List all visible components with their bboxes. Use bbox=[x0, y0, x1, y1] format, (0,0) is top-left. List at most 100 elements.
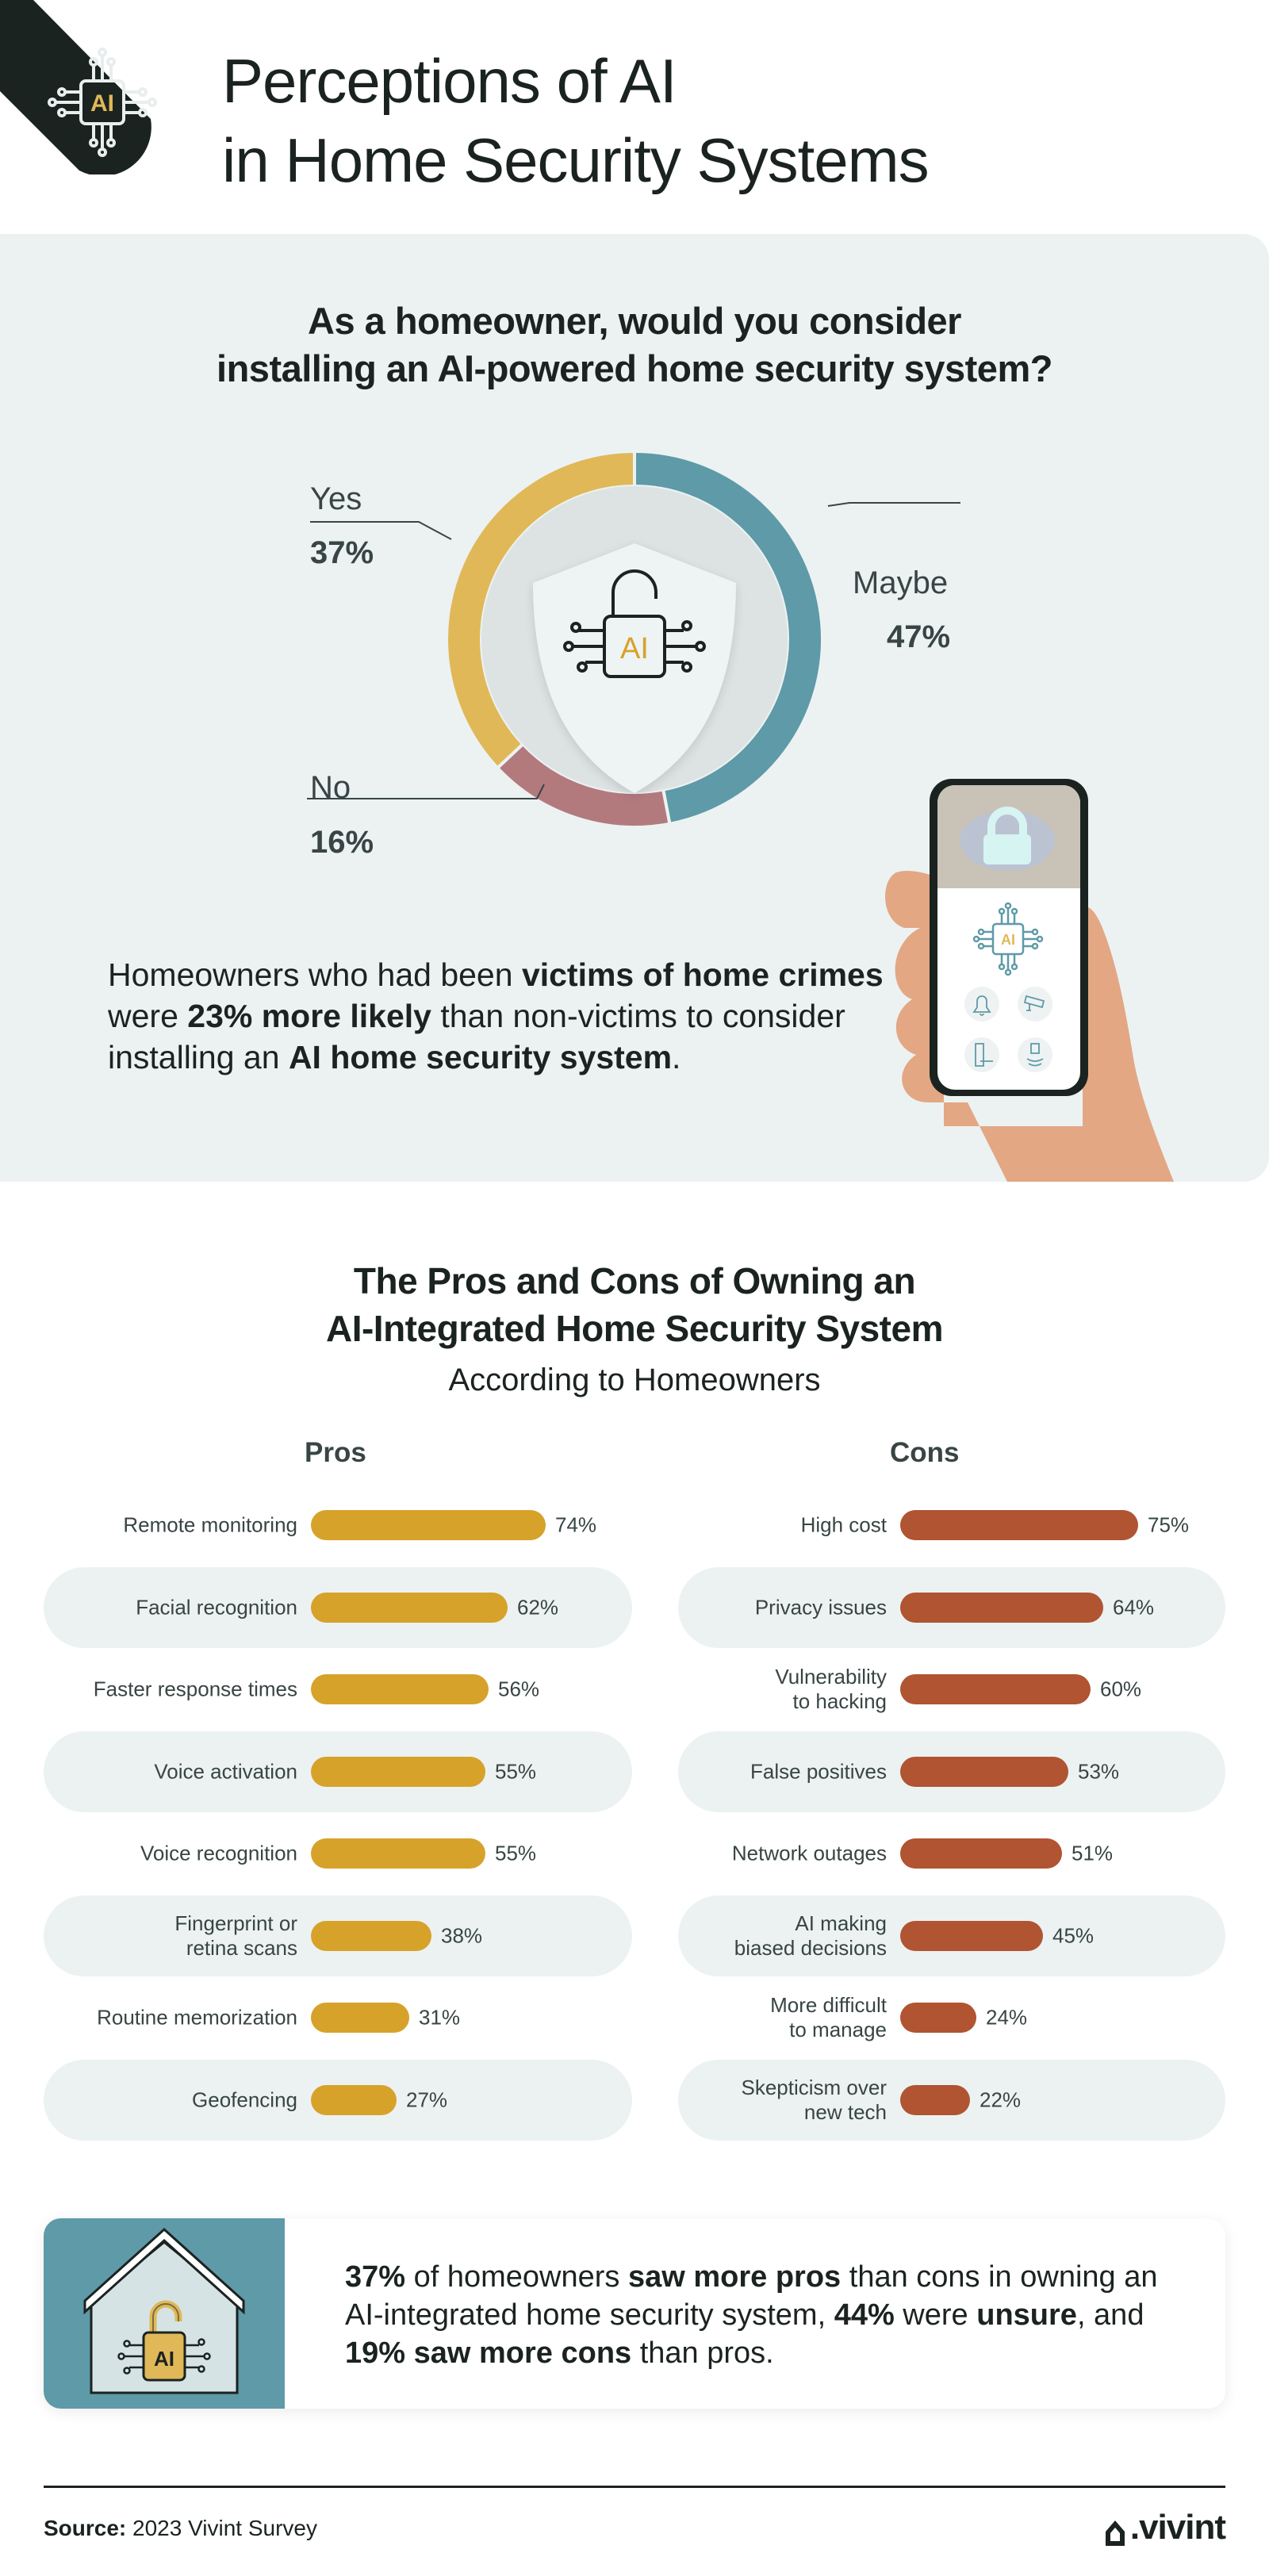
bar bbox=[311, 1510, 546, 1540]
bar-label-line: Facial recognition bbox=[136, 1595, 297, 1619]
bar-label-line: AI making bbox=[795, 1911, 887, 1935]
bar bbox=[900, 1756, 1068, 1787]
pros-cons-title-line-1: The Pros and Cons of Owning an bbox=[353, 1260, 916, 1301]
bar-label-line: new tech bbox=[803, 2099, 887, 2124]
bar-label-line: False positives bbox=[750, 1759, 887, 1783]
bar bbox=[311, 1756, 485, 1787]
bar-label-line: Fingerprint or bbox=[174, 1911, 297, 1935]
bar-value-label: 45% bbox=[1052, 1923, 1095, 1947]
pros-cons-subtitle: According to Homeowners bbox=[448, 1363, 821, 1397]
bar-label: Privacy issues bbox=[755, 1595, 887, 1620]
pros-cons-title: The Pros and Cons of Owning an AI-Integr… bbox=[0, 1257, 1269, 1352]
bar-label-line: More difficult bbox=[770, 1993, 887, 2017]
footer-divider bbox=[44, 2486, 1225, 2488]
bar-label-line: Skepticism over bbox=[741, 2075, 888, 2099]
keypad-lock-icon bbox=[964, 1037, 999, 1072]
source-label: Source: bbox=[44, 2516, 127, 2540]
bar-label-line: Voice recognition bbox=[140, 1841, 297, 1865]
bar-label: AI making biased decisions bbox=[734, 1911, 887, 1961]
bar-value-label: 55% bbox=[495, 1841, 537, 1865]
stat-text-bold: victims of home crimes bbox=[521, 956, 884, 993]
bar-value-label: 27% bbox=[406, 2087, 448, 2111]
bar-value-label: 22% bbox=[980, 2087, 1022, 2111]
bar-label-line: retina scans bbox=[186, 1935, 297, 1960]
bar-label: High cost bbox=[801, 1513, 887, 1538]
source-text: 2023 Vivint Survey bbox=[126, 2516, 317, 2540]
stat-text-bold: AI home security system bbox=[288, 1039, 673, 1075]
cons-heading: Cons bbox=[890, 1437, 960, 1468]
bar-row: Voice recognition 55% bbox=[44, 1813, 632, 1894]
bar-label-line: Geofencing bbox=[192, 2087, 297, 2111]
bar-label: Geofencing bbox=[192, 2087, 297, 2112]
bar-row: High cost 75% bbox=[678, 1485, 1225, 1566]
bar-label: Network outages bbox=[732, 1842, 887, 1866]
page-title: Perceptions of AI in Home Security Syste… bbox=[222, 41, 930, 200]
bar-value-label: 53% bbox=[1078, 1759, 1120, 1783]
summary-bold: 44% bbox=[834, 2298, 895, 2332]
bar bbox=[900, 1838, 1062, 1869]
pros-heading: Pros bbox=[305, 1437, 366, 1468]
stat-text-part: . bbox=[672, 1039, 681, 1075]
bar bbox=[900, 2003, 976, 2033]
summary-part: , and bbox=[1076, 2298, 1144, 2332]
stat-text-bold: 23% more likely bbox=[187, 998, 431, 1034]
badge-shape bbox=[0, 0, 151, 174]
bar-row: Routine memorization 31% bbox=[44, 1977, 632, 2058]
bar-value-label: 31% bbox=[419, 2005, 461, 2030]
bar-label-line: biased decisions bbox=[734, 1935, 887, 1960]
summary-text: 37% of homeowners saw more pros than con… bbox=[345, 2258, 1186, 2372]
donut-value-yes: 37% bbox=[310, 535, 374, 570]
bar-label-line: Routine memorization bbox=[97, 2005, 297, 2030]
bar-label: Voice recognition bbox=[140, 1842, 297, 1866]
summary-bold: saw more pros bbox=[627, 2260, 842, 2294]
victims-stat-text: Homeowners who had been victims of home … bbox=[108, 954, 901, 1078]
bar-label: Remote monitoring bbox=[123, 1513, 297, 1538]
bar bbox=[900, 1674, 1091, 1704]
bar bbox=[311, 1920, 431, 1951]
bar-label: Skepticism over new tech bbox=[742, 2076, 888, 2125]
bar-row: Fingerprint or retina scans 38% bbox=[44, 1895, 632, 1976]
bar-label-line: Voice activation bbox=[154, 1759, 297, 1783]
bar-label: More difficult to manage bbox=[770, 1993, 887, 2042]
bar-row: Geofencing 27% bbox=[44, 2059, 632, 2141]
survey-question-panel: As a homeowner, would you consider insta… bbox=[0, 234, 1269, 1182]
bar-label: Facial recognition bbox=[136, 1595, 297, 1620]
bar-row: Network outages 51% bbox=[678, 1813, 1225, 1894]
bar-value-label: 56% bbox=[498, 1677, 540, 1701]
summary-bold: unsure bbox=[976, 2298, 1077, 2332]
title-line-1: Perceptions of AI bbox=[222, 46, 677, 116]
bar-value-label: 51% bbox=[1072, 1841, 1114, 1865]
doorbell-sensor-icon bbox=[1018, 1037, 1052, 1072]
donut-label-maybe: Maybe bbox=[853, 565, 949, 600]
security-camera-icon bbox=[1018, 987, 1052, 1022]
phone-ai-text: AI bbox=[1001, 932, 1015, 948]
bar-value-label: 74% bbox=[555, 1512, 597, 1537]
bar-value-label: 55% bbox=[495, 1759, 537, 1783]
bar-value-label: 60% bbox=[1100, 1677, 1142, 1701]
bar-label: False positives bbox=[750, 1759, 887, 1784]
bar-row: Facial recognition 62% bbox=[44, 1566, 632, 1648]
summary-callout: AI 37% of homeowners saw more pros than … bbox=[44, 2218, 1225, 2409]
phone-in-hand-illustration: AI bbox=[885, 779, 1174, 1182]
summary-part: of homeowners bbox=[405, 2260, 628, 2294]
shield-ai-text: AI bbox=[620, 632, 649, 665]
bar-label-line: High cost bbox=[800, 1512, 887, 1537]
bar-row: Remote monitoring 74% bbox=[44, 1485, 632, 1566]
vivint-logo: .vivint bbox=[1103, 2508, 1226, 2547]
bell-icon bbox=[964, 987, 999, 1022]
house-ai-lock-icon: AI bbox=[83, 2227, 245, 2394]
pros-cons-title-line-2: AI-Integrated Home Security System bbox=[325, 1308, 944, 1349]
bar-label: Faster response times bbox=[94, 1677, 297, 1702]
callout-ai-text: AI bbox=[154, 2347, 174, 2371]
bar-label-line: to hacking bbox=[792, 1689, 887, 1713]
badge-text: AI bbox=[90, 90, 114, 117]
stat-text-part: Homeowners who had been bbox=[108, 956, 522, 993]
stat-text-part: were bbox=[108, 998, 188, 1034]
leader-line-maybe bbox=[827, 502, 960, 507]
donut-label-yes: Yes bbox=[310, 481, 362, 516]
callout-icon-panel: AI bbox=[44, 2218, 285, 2409]
bar-label: Fingerprint or retina scans bbox=[174, 1911, 297, 1961]
bar-label-line: Remote monitoring bbox=[123, 1512, 297, 1537]
donut-value-no: 16% bbox=[310, 825, 374, 860]
header-badge: AI bbox=[0, 0, 157, 174]
